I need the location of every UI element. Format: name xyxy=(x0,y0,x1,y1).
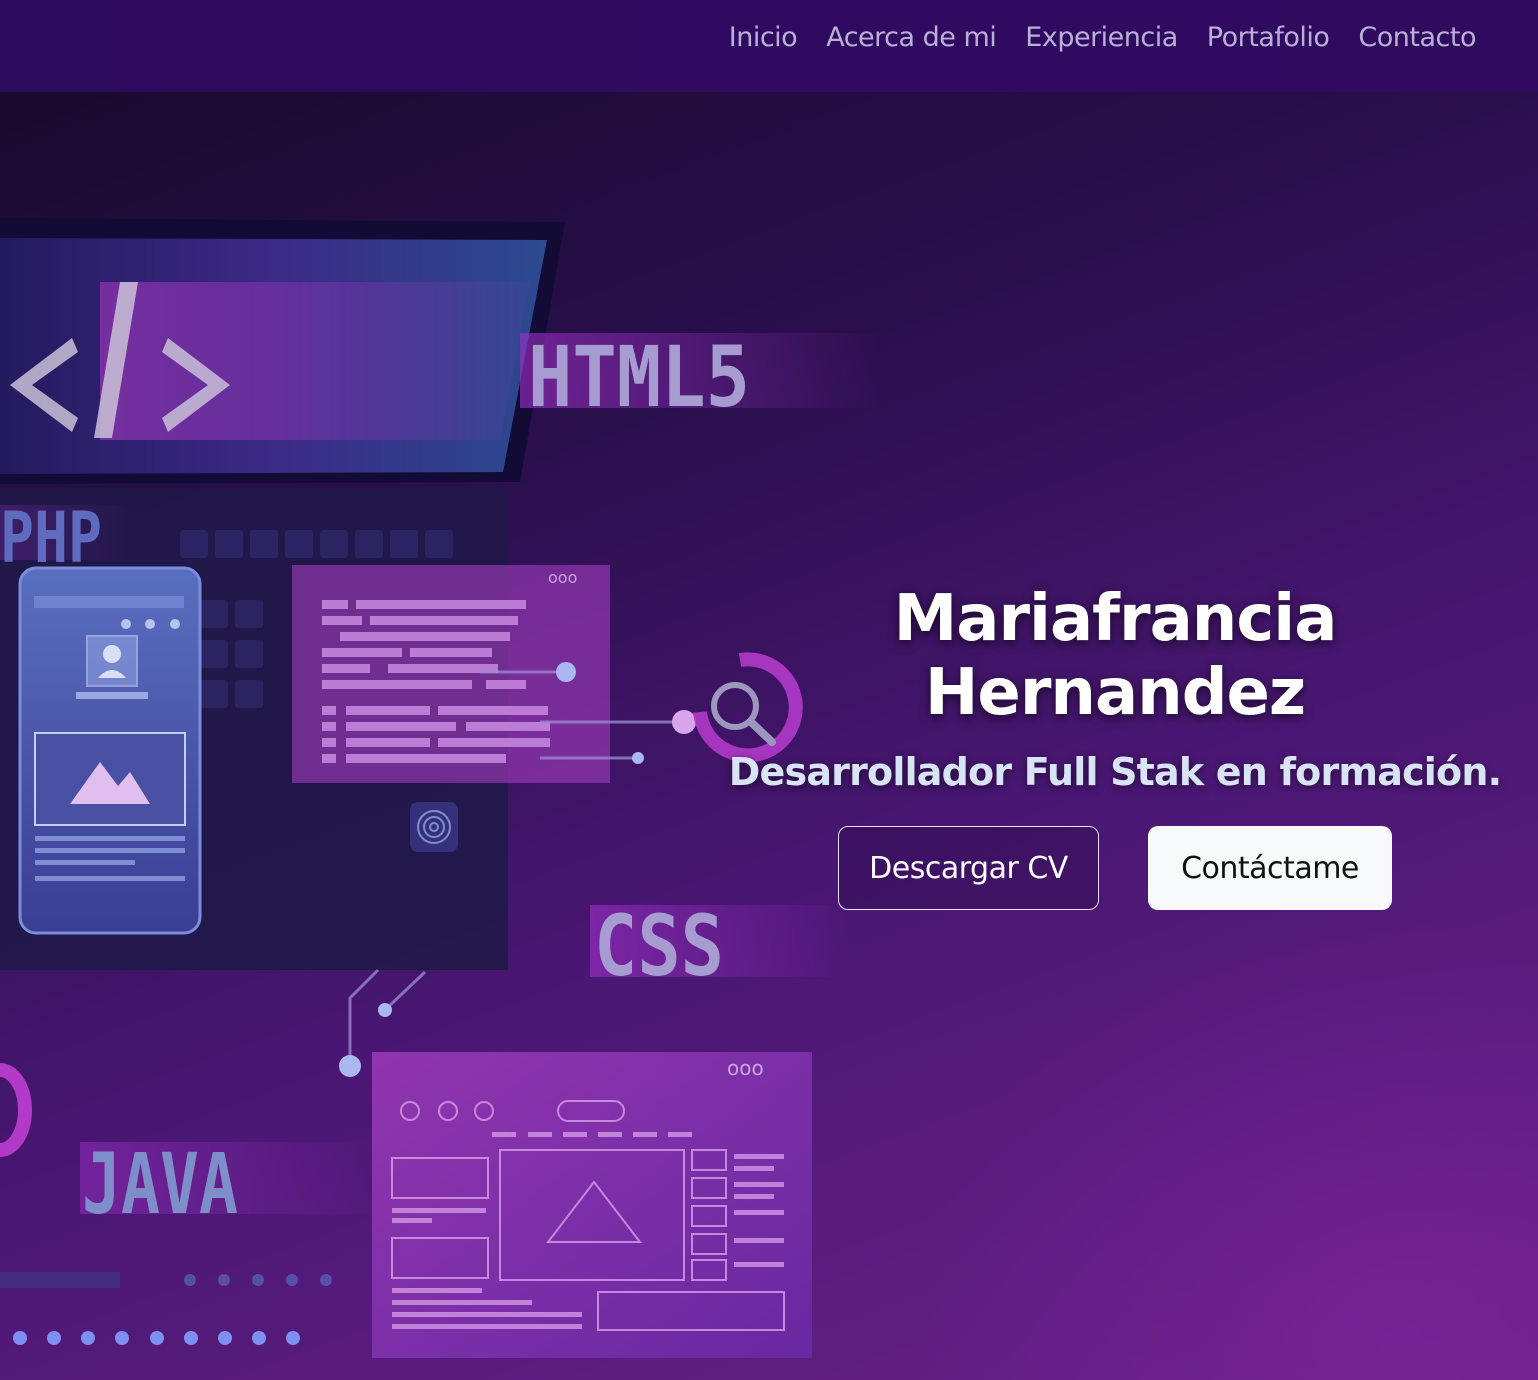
connector-node xyxy=(339,1055,361,1077)
hero-role: Desarrollador Full Stak en formación. xyxy=(728,750,1502,794)
window-dots: ooo xyxy=(548,568,577,587)
dot-row xyxy=(184,1274,332,1286)
hero-content: Mariafrancia Hernandez Desarrollador Ful… xyxy=(700,582,1530,794)
nav-links: Inicio Acerca de mi Experiencia Portafol… xyxy=(729,22,1477,53)
connector-node xyxy=(632,752,644,764)
nav-link-inicio[interactable]: Inicio xyxy=(729,22,798,53)
css-label: CSS xyxy=(594,897,724,995)
connector-node xyxy=(556,662,576,682)
nav-link-portafolio[interactable]: Portafolio xyxy=(1207,22,1330,53)
hero-buttons: Descargar CV Contáctame xyxy=(838,826,1392,910)
html5-label: HTML5 xyxy=(528,328,750,426)
dot-row xyxy=(13,1331,300,1345)
contact-button[interactable]: Contáctame xyxy=(1148,826,1392,910)
hero-section: HTML5 PHP CSS JAVA ooo ooo Mariafrancia … xyxy=(0,92,1538,1380)
download-cv-button[interactable]: Descargar CV xyxy=(838,826,1099,910)
arc-shape xyxy=(0,1063,32,1157)
nav-link-contacto[interactable]: Contacto xyxy=(1358,22,1476,53)
nav-link-experiencia[interactable]: Experiencia xyxy=(1025,22,1178,53)
navbar: Inicio Acerca de mi Experiencia Portafol… xyxy=(0,0,1538,92)
connector-node xyxy=(672,710,696,734)
java-label: JAVA xyxy=(82,1135,238,1233)
nav-link-acerca[interactable]: Acerca de mi xyxy=(826,22,997,53)
svg-text:ooo: ooo xyxy=(727,1056,764,1080)
connector-node xyxy=(378,1003,392,1017)
hero-name: Mariafrancia Hernandez xyxy=(893,582,1338,730)
